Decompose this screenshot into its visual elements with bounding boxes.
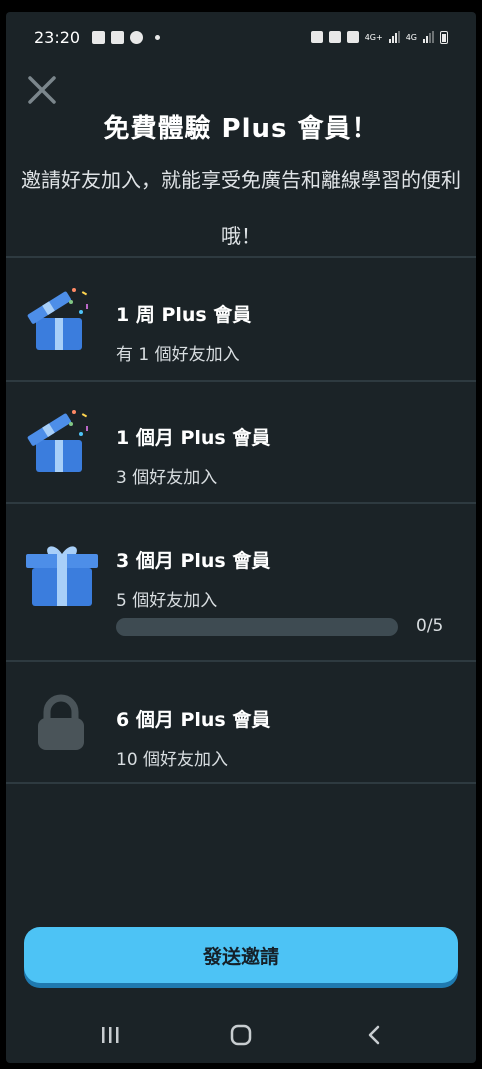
reward-item: 1 個月 Plus 會員 3 個好友加入: [6, 382, 476, 502]
status-left: 23:20: [34, 27, 161, 47]
open-gift-icon: [27, 410, 88, 472]
recent-apps-button[interactable]: [90, 1020, 130, 1050]
reward-requirement: 有 1 個好友加入: [116, 345, 240, 365]
signal-icon: [388, 31, 400, 43]
lock-icon: [38, 694, 84, 750]
reward-title: 6 個月 Plus 會員: [116, 709, 271, 731]
close-button[interactable]: [26, 74, 58, 106]
reward-requirement: 3 個好友加入: [116, 468, 218, 488]
reward-title: 1 周 Plus 會員: [116, 304, 252, 326]
line-app-icon: [130, 30, 144, 44]
page-title: 免費體驗 Plus 會員！: [103, 114, 379, 144]
page-subtitle: 邀請好友加入，就能享受免廣告和離線學習的便利哦！: [21, 168, 461, 248]
back-icon: [368, 1025, 380, 1045]
recent-apps-icon: [102, 1027, 119, 1043]
mute-icon: [346, 31, 359, 43]
alarm-lock-icon: [310, 31, 323, 43]
gallery-icon: [92, 30, 106, 44]
app-notification-icon: [111, 30, 125, 44]
status-bar: 23:20 4G+ 4G: [6, 12, 476, 62]
home-button[interactable]: [221, 1020, 261, 1050]
system-nav-bar: [6, 1012, 476, 1056]
app-screen: 23:20 4G+ 4G 免費體驗 Plus 會員！ 邀請好友加入，就能享受免廣…: [6, 12, 476, 1063]
network-type-1: 4G+: [364, 32, 383, 42]
reward-requirement: 10 個好友加入: [116, 750, 229, 770]
battery-icon: [440, 30, 448, 44]
clock: 23:20: [34, 27, 81, 47]
reward-title: 3 個月 Plus 會員: [116, 550, 271, 572]
send-invite-button[interactable]: 發送邀請: [24, 927, 458, 983]
reward-item: 3 個月 Plus 會員 5 個好友加入: [6, 504, 476, 660]
reward-item: 1 周 Plus 會員 有 1 個好友加入: [6, 258, 476, 380]
open-gift-icon: [27, 288, 88, 350]
reward-title: 1 個月 Plus 會員: [116, 427, 271, 449]
reward-item: 6 個月 Plus 會員 10 個好友加入: [6, 662, 476, 782]
close-icon: [28, 76, 56, 104]
invite-progress-bar: [116, 618, 398, 636]
back-button[interactable]: [354, 1020, 394, 1050]
gift-box-icon: [26, 546, 98, 606]
home-icon: [230, 1024, 252, 1046]
divider: [6, 782, 476, 784]
status-right: 4G+ 4G: [310, 30, 448, 44]
invite-progress-label: 0/5: [416, 616, 444, 636]
network-type-2: 4G: [405, 32, 417, 42]
reward-requirement: 5 個好友加入: [116, 591, 218, 611]
signal-icon-2: [423, 31, 434, 43]
alarm-icon: [328, 31, 341, 43]
more-notifications-icon: [155, 34, 161, 40]
